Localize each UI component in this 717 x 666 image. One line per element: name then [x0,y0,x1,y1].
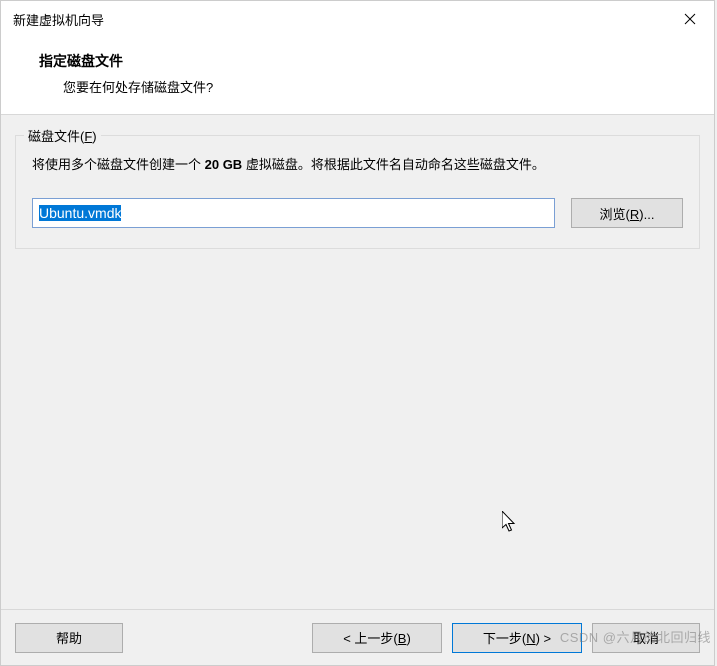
close-icon [684,13,696,25]
help-button[interactable]: 帮助 [15,623,123,653]
disk-file-input[interactable] [32,198,555,228]
content-area: 磁盘文件(F) 将使用多个磁盘文件创建一个 20 GB 虚拟磁盘。将根据此文件名… [1,114,714,609]
header-section: 指定磁盘文件 您要在何处存储磁盘文件? [1,37,714,114]
cursor-icon [502,511,520,538]
browse-button[interactable]: 浏览(R)... [571,198,683,228]
page-subtitle: 您要在何处存储磁盘文件? [39,77,702,96]
wizard-dialog: 新建虚拟机向导 指定磁盘文件 您要在何处存储磁盘文件? 磁盘文件(F) 将使用多… [0,0,715,666]
disk-file-group: 磁盘文件(F) 将使用多个磁盘文件创建一个 20 GB 虚拟磁盘。将根据此文件名… [15,135,700,249]
window-title: 新建虚拟机向导 [13,10,104,29]
page-title: 指定磁盘文件 [39,51,702,71]
button-bar: 帮助 < 上一步(B) 下一步(N) > 取消 [1,609,714,665]
group-label: 磁盘文件(F) [24,126,101,145]
close-button[interactable] [666,1,714,37]
group-description: 将使用多个磁盘文件创建一个 20 GB 虚拟磁盘。将根据此文件名自动命名这些磁盘… [32,154,683,176]
cancel-button[interactable]: 取消 [592,623,700,653]
file-row: 浏览(R)... [32,198,683,228]
back-button[interactable]: < 上一步(B) [312,623,442,653]
next-button[interactable]: 下一步(N) > [452,623,582,653]
titlebar: 新建虚拟机向导 [1,1,714,37]
